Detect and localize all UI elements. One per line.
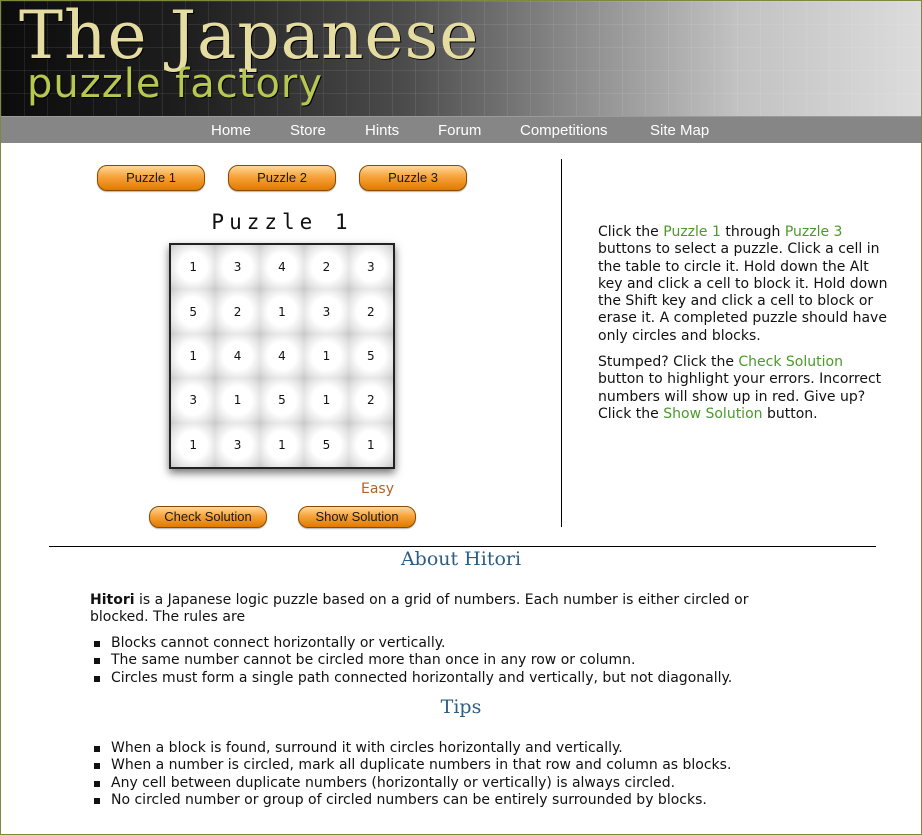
puzzle-grid: 1 3 4 2 3 5 2 1 3 2 1 4 4 1 5 3 1 5 1 2 … <box>169 243 395 469</box>
site-banner: The Japanese puzzle factory <box>1 1 921 116</box>
grid-cell[interactable]: 1 <box>171 422 216 467</box>
list-item: Circles must form a single path connecte… <box>90 670 732 687</box>
instructions-paragraph-2: Stumped? Click the Check Solution button… <box>598 354 888 423</box>
list-item: When a block is found, surround it with … <box>90 740 731 757</box>
nav-store[interactable]: Store <box>290 122 326 139</box>
grid-cell[interactable]: 4 <box>259 333 305 379</box>
puzzle-1-link[interactable]: Puzzle 1 <box>663 224 721 240</box>
list-item: No circled number or group of circled nu… <box>90 792 731 809</box>
grid-cell[interactable]: 2 <box>348 289 393 334</box>
hitori-term: Hitori <box>90 592 135 608</box>
difficulty-label: Easy <box>361 481 395 497</box>
grid-cell[interactable]: 2 <box>348 378 393 423</box>
grid-cell[interactable]: 1 <box>348 422 393 467</box>
puzzle-3-button[interactable]: Puzzle 3 <box>359 165 467 191</box>
tips-heading: Tips <box>440 696 482 718</box>
grid-cell[interactable]: 1 <box>304 378 349 423</box>
grid-cell[interactable]: 1 <box>171 245 216 290</box>
grid-cell[interactable]: 3 <box>304 289 349 334</box>
grid-cell[interactable]: 5 <box>171 289 216 334</box>
nav-forum[interactable]: Forum <box>438 122 481 139</box>
instructions-text: Click the <box>598 224 664 240</box>
instructions-panel: Click the Puzzle 1 through Puzzle 3 butt… <box>598 224 888 432</box>
grid-cell[interactable]: 1 <box>259 289 305 334</box>
instructions-text: through <box>720 224 785 240</box>
instructions-text: button. <box>762 405 818 422</box>
puzzle-title: Puzzle 1 <box>211 210 353 234</box>
nav-site-map[interactable]: Site Map <box>650 122 709 139</box>
instructions-text: Stumped? Click the <box>598 354 739 371</box>
list-item: Blocks cannot connect horizontally or ve… <box>90 635 732 652</box>
grid-cell[interactable]: 5 <box>348 333 393 379</box>
column-divider <box>561 159 562 527</box>
grid-cell[interactable]: 5 <box>304 422 349 467</box>
grid-cell[interactable]: 1 <box>259 422 305 467</box>
grid-cell[interactable]: 1 <box>171 333 216 379</box>
section-divider <box>49 546 876 547</box>
banner-subtitle: puzzle factory <box>27 61 324 107</box>
instructions-text: buttons to select a puzzle. Click a cell… <box>598 241 888 344</box>
grid-cell[interactable]: 3 <box>215 422 260 467</box>
puzzle-1-button[interactable]: Puzzle 1 <box>97 165 205 191</box>
list-item: The same number cannot be circled more t… <box>90 652 732 669</box>
tips-list: When a block is found, surround it with … <box>90 740 731 809</box>
page-frame: The Japanese puzzle factory Home Store H… <box>0 0 922 835</box>
main-nav: Home Store Hints Forum Competitions Site… <box>1 116 921 143</box>
list-item: When a number is circled, mark all dupli… <box>90 757 731 774</box>
rules-list: Blocks cannot connect horizontally or ve… <box>90 635 732 687</box>
show-solution-button[interactable]: Show Solution <box>298 506 416 528</box>
grid-cell[interactable]: 4 <box>259 245 305 290</box>
about-heading: About Hitori <box>400 548 522 570</box>
check-solution-button[interactable]: Check Solution <box>149 506 267 528</box>
grid-cell[interactable]: 3 <box>215 245 260 290</box>
show-solution-link[interactable]: Show Solution <box>663 406 762 422</box>
grid-cell[interactable]: 1 <box>215 378 260 423</box>
nav-home[interactable]: Home <box>211 122 251 139</box>
about-intro: Hitori is a Japanese logic puzzle based … <box>90 592 790 627</box>
nav-competitions[interactable]: Competitions <box>520 122 608 139</box>
grid-cell[interactable]: 3 <box>348 245 393 290</box>
grid-cell[interactable]: 2 <box>304 245 349 290</box>
instructions-paragraph-1: Click the Puzzle 1 through Puzzle 3 butt… <box>598 224 888 345</box>
list-item: Any cell between duplicate numbers (hori… <box>90 775 731 792</box>
puzzle-3-link[interactable]: Puzzle 3 <box>785 224 843 240</box>
grid-cell[interactable]: 5 <box>259 378 305 423</box>
grid-cell[interactable]: 1 <box>304 333 349 379</box>
grid-cell[interactable]: 3 <box>171 378 216 423</box>
about-intro-text: is a Japanese logic puzzle based on a gr… <box>90 592 749 626</box>
nav-hints[interactable]: Hints <box>365 122 399 139</box>
puzzle-2-button[interactable]: Puzzle 2 <box>228 165 336 191</box>
grid-cell[interactable]: 2 <box>215 289 260 334</box>
check-solution-link[interactable]: Check Solution <box>738 354 843 370</box>
grid-cell[interactable]: 4 <box>215 333 260 379</box>
